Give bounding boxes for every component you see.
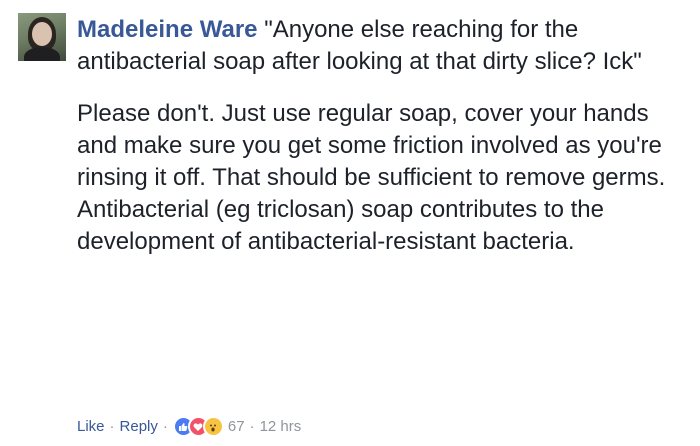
- comment-first-paragraph: Madeleine Ware "Anyone else reaching for…: [77, 14, 677, 78]
- avatar[interactable]: [18, 13, 66, 61]
- separator: ·: [249, 417, 255, 435]
- avatar-face: [32, 22, 52, 46]
- comment-body: Madeleine Ware "Anyone else reaching for…: [77, 14, 677, 258]
- comment-paragraph-2: Please don't. Just use regular soap, cov…: [77, 100, 666, 191]
- reply-link[interactable]: Reply: [120, 417, 158, 437]
- separator: ·: [162, 417, 168, 435]
- separator: ·: [109, 417, 115, 435]
- like-link[interactable]: Like: [77, 417, 105, 437]
- comment-actions: Like · Reply · 67 · 12 hrs: [77, 416, 301, 437]
- author-name[interactable]: Madeleine Ware: [77, 16, 258, 43]
- reaction-count[interactable]: 67: [228, 417, 245, 437]
- reactions-summary[interactable]: [172, 416, 224, 437]
- comment-paragraph-3: Antibacterial (eg triclosan) soap contri…: [77, 196, 604, 255]
- timestamp[interactable]: 12 hrs: [260, 417, 302, 437]
- avatar-body: [24, 47, 60, 61]
- wow-icon: [202, 416, 224, 437]
